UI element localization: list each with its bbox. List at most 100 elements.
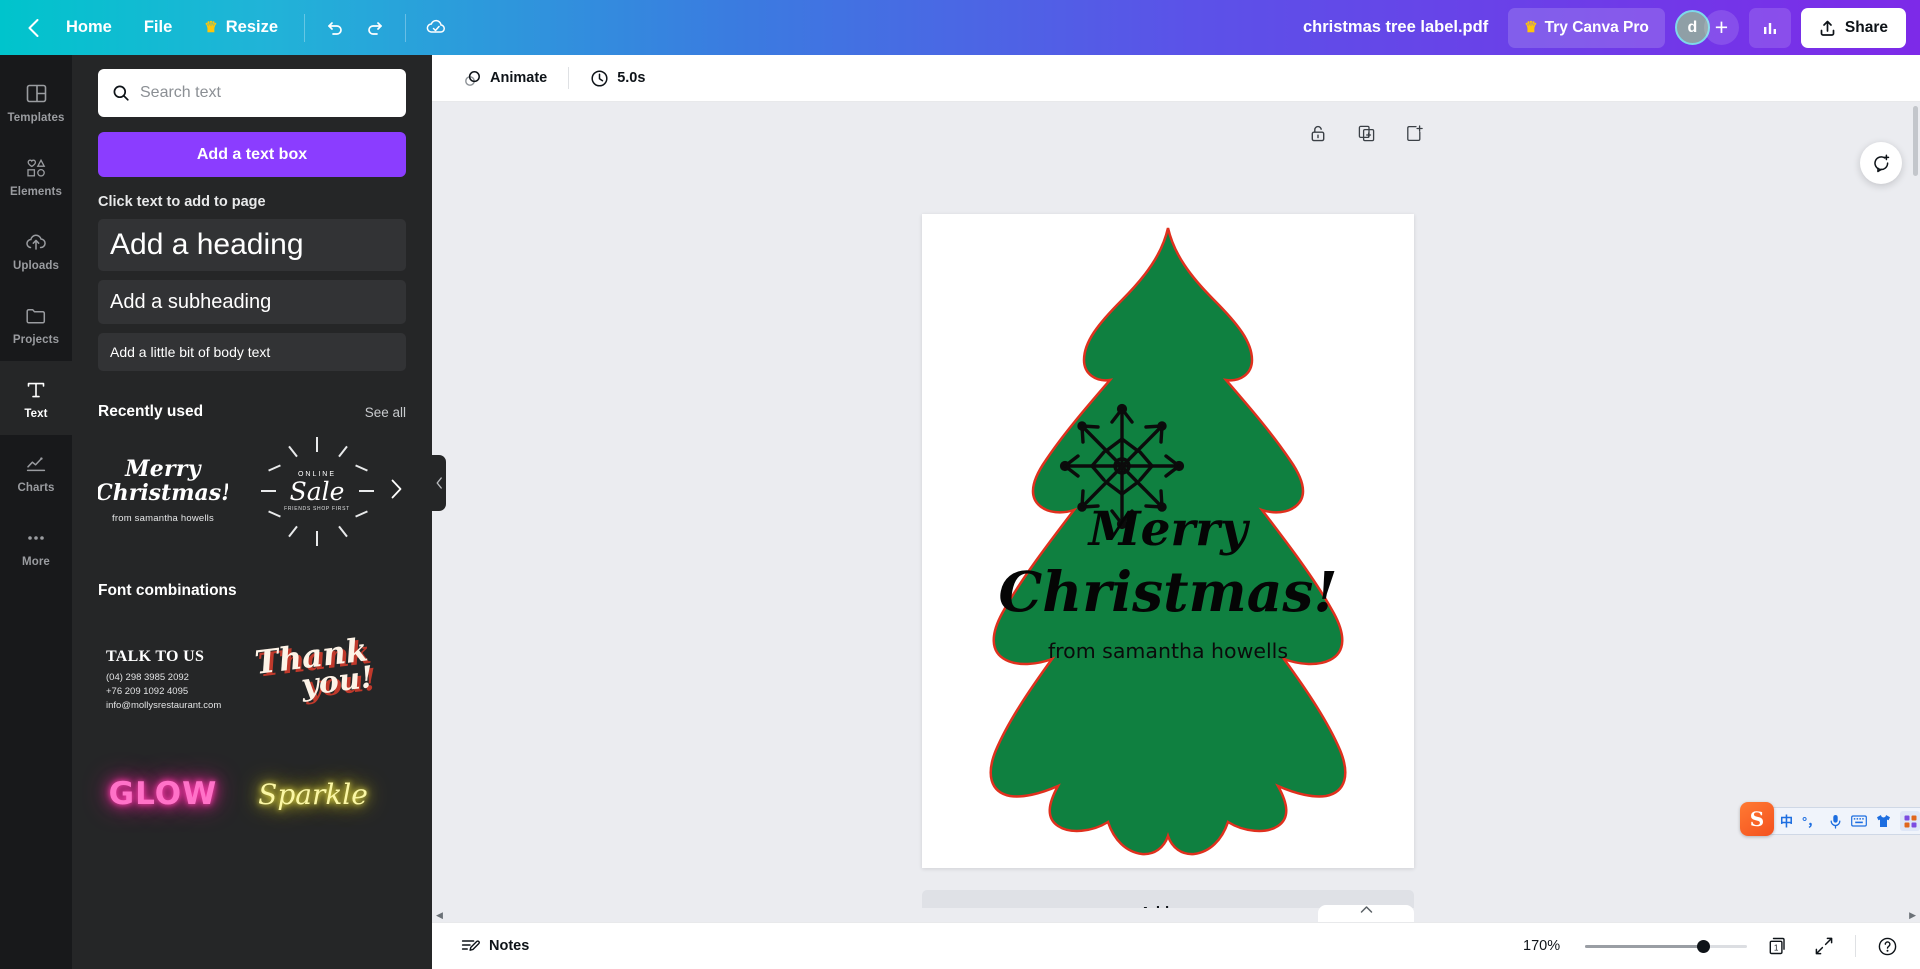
add-collaborator-button[interactable]: + — [1704, 10, 1739, 45]
resize-label: Resize — [226, 18, 278, 37]
sidebar-item-uploads[interactable]: Uploads — [0, 213, 72, 287]
sogou-logo-icon[interactable]: S — [1740, 802, 1774, 836]
font-combinations-row-2: GLOW Sparkle — [98, 754, 406, 834]
scroll-right-arrow[interactable]: ▶ — [1909, 910, 1916, 921]
ime-chinese-mode[interactable]: 中 — [1780, 815, 1793, 828]
canvas-vertical-scrollbar[interactable] — [1913, 106, 1918, 176]
sidebar-item-more[interactable]: More — [0, 509, 72, 583]
sale-word: Sale — [284, 479, 350, 504]
sidebar-item-projects[interactable]: Projects — [0, 287, 72, 361]
combo-item-thank-you[interactable]: Thank you! — [248, 622, 378, 718]
page-manager-button[interactable]: 1 — [1763, 931, 1793, 961]
uploads-icon — [24, 229, 48, 255]
recently-used-title: Recently used — [98, 403, 203, 421]
recently-used-carousel: Merry Christmas! from samantha howells — [98, 435, 406, 550]
add-subheading-option[interactable]: Add a subheading — [98, 280, 406, 324]
recent-merry-line1: Merry — [125, 458, 201, 481]
add-text-box-button[interactable]: Add a text box — [98, 132, 406, 177]
divider — [405, 14, 406, 42]
thank-you-art: Thank you! — [243, 614, 384, 725]
add-body-text-option[interactable]: Add a little bit of body text — [98, 333, 406, 371]
notes-icon — [460, 936, 480, 956]
lock-page-button[interactable] — [1305, 120, 1331, 146]
chevron-right-icon — [390, 479, 403, 499]
canvas-scroll-area[interactable]: Merry Christmas! from samantha howells +… — [432, 102, 1920, 922]
document-title[interactable]: christmas tree label.pdf — [1289, 18, 1502, 37]
see-all-link[interactable]: See all — [365, 405, 406, 420]
combo-item-glow[interactable]: GLOW — [98, 754, 228, 834]
sidebar-item-elements[interactable]: Elements — [0, 139, 72, 213]
duration-button[interactable]: 5.0s — [579, 61, 656, 95]
crown-icon: ♛ — [204, 20, 217, 35]
combo-item-talk-to-us[interactable]: TALK TO US (04) 298 3985 2092 +76 209 10… — [98, 622, 228, 718]
text-panel-content: Add a text box Click text to add to page… — [72, 55, 432, 834]
zoom-level: 170% — [1523, 938, 1569, 954]
add-page-icon — [1405, 124, 1424, 143]
zoom-slider-knob[interactable] — [1697, 940, 1710, 953]
help-button[interactable] — [1872, 931, 1902, 961]
comment-plus-icon — [1871, 153, 1892, 174]
sidebar-item-templates[interactable]: Templates — [0, 65, 72, 139]
lock-icon — [1309, 124, 1327, 143]
ime-skin[interactable] — [1876, 814, 1891, 828]
add-comment-button[interactable] — [1860, 142, 1902, 184]
panel-collapse-handle[interactable] — [432, 455, 446, 511]
try-canva-pro-button[interactable]: ♛ Try Canva Pro — [1508, 8, 1665, 48]
font-combinations-header: Font combinations — [98, 582, 406, 600]
search-box[interactable] — [98, 69, 406, 117]
bottom-bar: Notes 170% 1 — [432, 922, 1920, 969]
ime-toolbox[interactable] — [1900, 811, 1920, 831]
notes-expand-handle[interactable] — [1318, 905, 1414, 922]
share-upload-icon — [1819, 19, 1836, 37]
sidebar-item-label: Elements — [10, 186, 62, 198]
add-heading-label: Add a heading — [110, 228, 304, 262]
recent-merry-line2: Christmas! — [98, 481, 228, 506]
recent-item-online-sale[interactable]: ONLINE Sale FRIENDS SHOP FIRST — [252, 435, 382, 547]
combo-item-sparkle[interactable]: Sparkle — [248, 754, 378, 834]
share-button[interactable]: Share — [1801, 8, 1906, 48]
add-heading-option[interactable]: Add a heading — [98, 219, 406, 271]
talk-phone-1: (04) 298 3985 2092 — [106, 671, 221, 685]
projects-folder-icon — [24, 303, 48, 329]
editor-area: Animate 5.0s — [432, 55, 1920, 969]
search-input[interactable] — [140, 84, 392, 102]
duplicate-icon — [1357, 124, 1376, 143]
animate-button[interactable]: Animate — [452, 61, 558, 95]
design-text-line-3[interactable]: from samantha howells — [922, 639, 1414, 663]
back-button[interactable] — [16, 11, 50, 45]
scroll-left-arrow[interactable]: ◀ — [436, 910, 443, 921]
ime-soft-keyboard[interactable] — [1851, 815, 1867, 827]
sidebar-item-charts[interactable]: Charts — [0, 435, 72, 509]
thank-line-2: you! — [300, 664, 375, 701]
glow-word: GLOW — [109, 776, 218, 812]
sale-thumb-content: ONLINE Sale FRIENDS SHOP FIRST — [284, 471, 350, 512]
notes-button[interactable]: Notes — [450, 929, 539, 963]
carousel-next-button[interactable] — [380, 473, 412, 505]
add-page-after-button[interactable] — [1401, 120, 1427, 146]
recent-item-merry-christmas[interactable]: Merry Christmas! from samantha howells — [98, 435, 228, 547]
fullscreen-button[interactable] — [1809, 931, 1839, 961]
canvas-horizontal-scrollbar[interactable]: ◀ ▶ — [432, 908, 1920, 922]
file-menu[interactable]: File — [128, 9, 188, 47]
design-page[interactable]: Merry Christmas! from samantha howells — [922, 214, 1414, 868]
cloud-sync-button[interactable] — [416, 9, 456, 47]
sidebar-item-text[interactable]: Text — [0, 361, 72, 435]
insights-button[interactable] — [1749, 8, 1791, 48]
top-bar-left: Home File ♛ Resize — [0, 0, 456, 55]
top-bar-right: christmas tree label.pdf ♛ Try Canva Pro… — [1289, 0, 1920, 55]
divider — [1855, 935, 1856, 957]
redo-button[interactable] — [355, 9, 395, 47]
undo-button[interactable] — [315, 9, 355, 47]
crown-icon: ♛ — [1524, 20, 1537, 35]
charts-line-icon — [24, 451, 48, 477]
zoom-slider[interactable] — [1585, 939, 1747, 953]
design-text-line-1[interactable]: Merry — [922, 502, 1414, 557]
duplicate-page-button[interactable] — [1353, 120, 1379, 146]
more-dots-icon — [24, 525, 48, 551]
resize-button[interactable]: ♛ Resize — [188, 9, 294, 47]
ime-punctuation[interactable]: °， — [1802, 815, 1820, 828]
design-text-line-2[interactable]: Christmas! — [922, 559, 1414, 624]
home-menu[interactable]: Home — [50, 9, 128, 47]
bottom-bar-right: 170% 1 — [1523, 931, 1902, 961]
ime-voice-input[interactable] — [1829, 814, 1842, 829]
